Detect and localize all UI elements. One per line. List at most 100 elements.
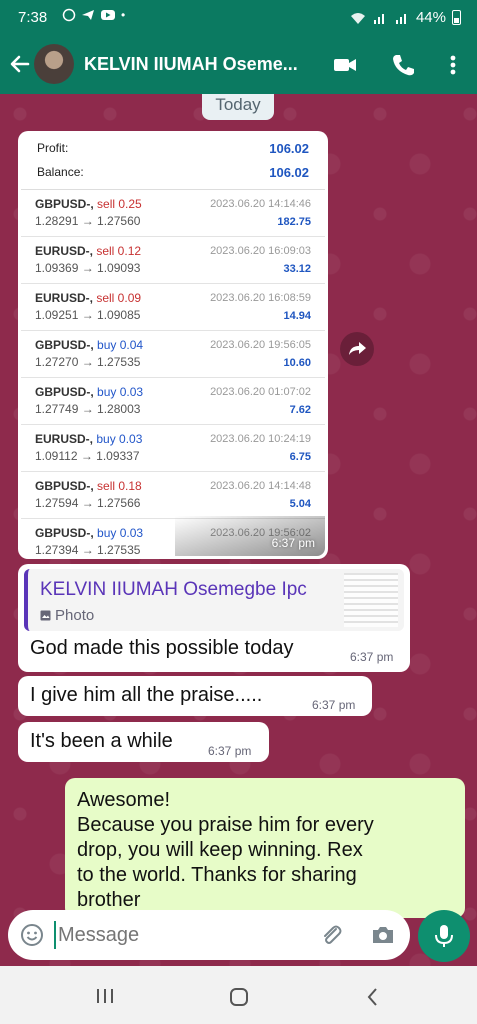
message-text: I give him all the praise..... [30, 684, 263, 706]
trade-side: buy 0.03 [96, 432, 143, 446]
trade-side: sell 0.09 [96, 291, 142, 305]
trade-profit: 33.12 [283, 263, 311, 275]
trade-row: GBPUSD-, buy 0.03 1.27749 → 1.28003 2023.0… [21, 378, 325, 425]
message-line: Because you praise him for every [77, 814, 374, 836]
incoming-message[interactable]: It's been a while 6:37 pm [18, 722, 269, 762]
trade-side: buy 0.03 [97, 385, 144, 399]
image-message[interactable]: Profit: 106.02 Balance: 106.02 GBPUSD-, … [18, 131, 328, 559]
compose-bar [8, 910, 410, 960]
trade-symbol: GBPUSD-, [35, 338, 98, 352]
trade-symbol: EURUSD-, [35, 291, 97, 305]
quoted-sender: KELVIN IIUMAH Osemegbe Ipc [40, 579, 307, 600]
trade-row: GBPUSD-, sell 0.18 1.27594 → 1.27566 2023.… [21, 472, 325, 519]
trade-prices: 1.09369 → 1.09093 [35, 261, 141, 275]
message-time: 6:37 pm [350, 650, 394, 664]
outgoing-message[interactable]: Awesome! Because you praise him for every… [65, 778, 465, 918]
camera-icon[interactable] [370, 922, 396, 948]
message-time: 6:37 pm [271, 536, 315, 550]
status-bar: 7:38 • 44% [0, 0, 477, 36]
trade-date: 2023.06.20 14:14:46 [210, 198, 311, 210]
trade-prices: 1.09251 → 1.09085 [35, 308, 141, 322]
trade-profit: 14.94 [283, 310, 311, 322]
message-line: to the world. Thanks for sharing [77, 864, 357, 886]
profit-row: Profit: 106.02 [21, 136, 325, 160]
trade-row: EURUSD-, buy 0.03 1.09112 → 1.09337 2023.0… [21, 425, 325, 472]
trade-profit: 182.75 [277, 216, 311, 228]
signal-icon [373, 13, 384, 24]
status-time: 7:38 [18, 9, 48, 26]
message-line: drop, you will keep winning. Rex [77, 839, 363, 861]
trade-screenshot[interactable]: Profit: 106.02 Balance: 106.02 GBPUSD-, … [21, 134, 325, 556]
trade-side: buy 0.03 [97, 526, 144, 540]
trade-row: GBPUSD-, buy 0.04 1.27270 → 1.27535 2023.0… [21, 331, 325, 378]
message-input[interactable] [54, 921, 294, 949]
attach-icon[interactable] [318, 922, 344, 948]
message-text: Awesome! Because you praise him for every… [77, 788, 374, 913]
quoted-type: Photo [40, 607, 94, 624]
day-label: Today [202, 94, 274, 120]
status-dot: • [121, 8, 126, 22]
mic-button[interactable] [418, 910, 470, 962]
trade-list: GBPUSD-, sell 0.25 1.28291 → 1.27560 2023.… [21, 190, 325, 556]
trade-prices: 1.27594 → 1.27566 [35, 496, 141, 510]
quoted-type-label: Photo [55, 607, 95, 624]
balance-value: 106.02 [269, 164, 309, 180]
status-right: 44% [350, 9, 461, 26]
youtube-notif-icon [101, 10, 115, 20]
mic-icon [435, 925, 453, 947]
home-icon[interactable] [228, 986, 250, 1008]
avatar[interactable] [34, 44, 74, 84]
more-icon[interactable] [440, 52, 466, 78]
trade-row: GBPUSD-, sell 0.25 1.28291 → 1.27560 2023.… [21, 190, 325, 237]
trade-date: 2023.06.20 10:24:19 [210, 433, 311, 445]
trade-date: 2023.06.20 16:09:03 [210, 245, 311, 257]
quoted-thumbnail [344, 573, 398, 627]
profit-label: Profit: [37, 141, 69, 155]
back-arrow-icon[interactable] [6, 50, 34, 78]
message-time: 6:37 pm [312, 698, 356, 712]
trade-date: 2023.06.20 14:14:48 [210, 480, 311, 492]
trade-profit: 10.60 [283, 357, 311, 369]
battery-icon [452, 10, 461, 25]
trade-symbol: GBPUSD-, [35, 526, 98, 540]
balance-row: Balance: 106.02 [21, 160, 325, 184]
back-nav-icon[interactable] [362, 986, 384, 1008]
trade-symbol: EURUSD-, [35, 244, 97, 258]
trade-profit: 5.04 [289, 498, 311, 510]
recent-apps-icon[interactable] [94, 986, 116, 1006]
balance-label: Balance: [37, 165, 84, 179]
whatsapp-notif-icon [62, 8, 76, 22]
message-text: God made this possible today [30, 637, 294, 659]
message-line: Awesome! [77, 789, 171, 811]
message-text: It's been a while [30, 730, 173, 752]
message-time: 6:37 pm [208, 744, 252, 758]
trade-prices: 1.27270 → 1.27535 [35, 355, 141, 369]
signal-icon-2 [395, 13, 406, 24]
trade-side: sell 0.18 [97, 479, 142, 493]
reply-message[interactable]: KELVIN IIUMAH Osemegbe Ipc Photo God mad… [18, 564, 410, 672]
trade-prices: 1.28291 → 1.27560 [35, 214, 141, 228]
trade-date: 2023.06.20 16:08:59 [210, 292, 311, 304]
trade-symbol: GBPUSD-, [35, 197, 98, 211]
telegram-notif-icon [82, 10, 94, 20]
battery-percent: 44% [415, 9, 446, 26]
system-nav-bar [0, 966, 477, 1024]
incoming-message[interactable]: I give him all the praise..... 6:37 pm [18, 676, 372, 716]
chat-header: KELVIN IIUMAH Oseme... [0, 36, 477, 94]
wifi-icon [350, 12, 365, 24]
trade-prices: 1.09112 → 1.09337 [35, 449, 140, 463]
emoji-icon[interactable] [20, 923, 44, 947]
trade-side: buy 0.04 [97, 338, 144, 352]
video-call-icon[interactable] [332, 52, 358, 78]
trade-symbol: GBPUSD-, [35, 385, 98, 399]
phone-icon[interactable] [390, 52, 416, 78]
trade-date: 2023.06.20 19:56:05 [210, 339, 311, 351]
trade-profit: 6.75 [289, 451, 311, 463]
trade-row: EURUSD-, sell 0.09 1.09251 → 1.09085 2023.… [21, 284, 325, 331]
trade-symbol: EURUSD-, [35, 432, 97, 446]
chat-area[interactable]: Today Profit: 106.02 Balance: 106.02 GBP… [0, 94, 477, 966]
contact-name[interactable]: KELVIN IIUMAH Oseme... [84, 54, 298, 75]
forward-icon[interactable] [340, 332, 374, 366]
quoted-message[interactable]: KELVIN IIUMAH Osemegbe Ipc Photo [24, 569, 404, 631]
notification-icons: • [62, 8, 125, 22]
